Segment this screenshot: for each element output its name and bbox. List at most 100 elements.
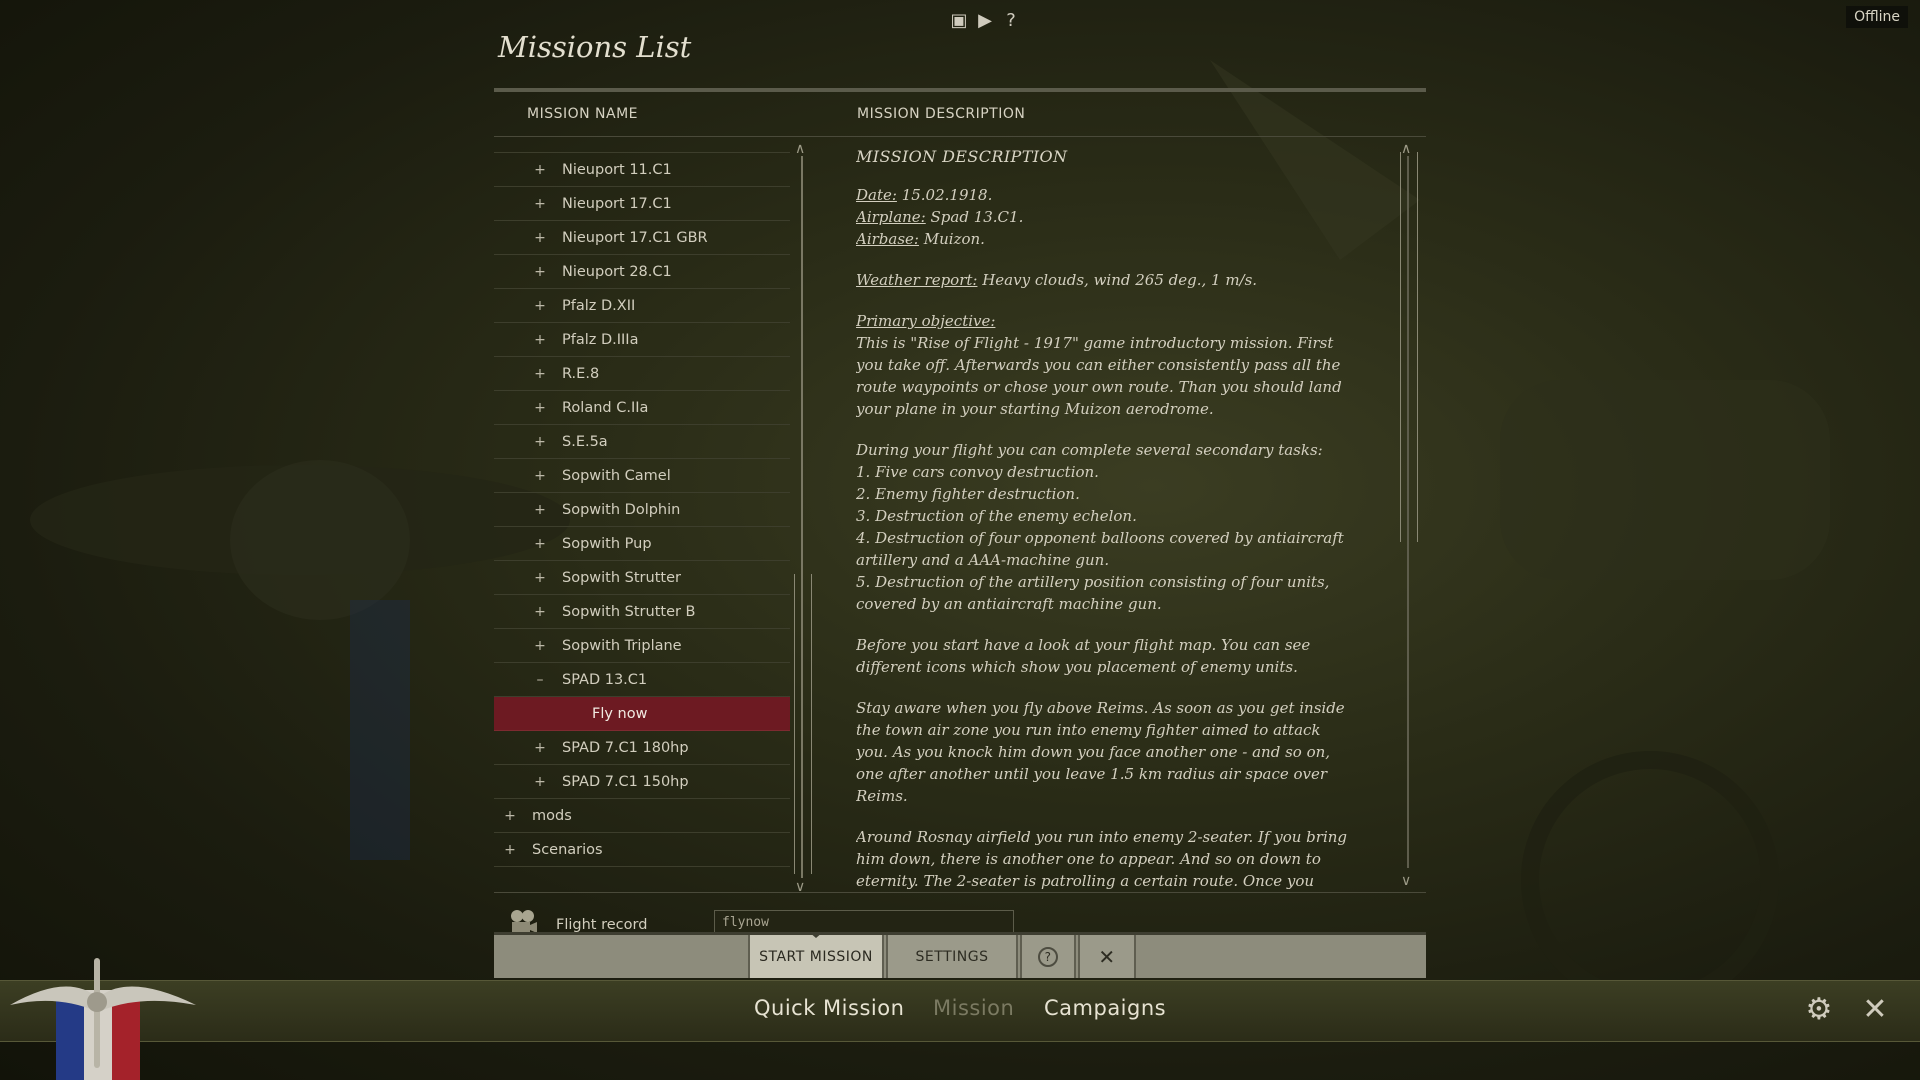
- exit-close-icon[interactable]: ✕: [1858, 993, 1892, 1027]
- list-item-label: mods: [532, 807, 572, 824]
- description-scrollbar[interactable]: ∧ ∨: [1400, 142, 1418, 890]
- list-item-label: Scenarios: [532, 841, 603, 858]
- expand-icon[interactable]: +: [532, 162, 548, 178]
- map-paragraph: Before you start have a look at your fli…: [856, 636, 1311, 676]
- expand-icon[interactable]: +: [502, 842, 518, 858]
- bottom-navigation-bar: Quick Mission Mission Campaigns ⚙ ✕: [0, 980, 1920, 1042]
- scrollbar-thumb[interactable]: [1400, 152, 1418, 542]
- list-item-label: SPAD 7.C1 150hp: [562, 773, 689, 790]
- expand-icon[interactable]: +: [532, 604, 548, 620]
- scrollbar-thumb[interactable]: [794, 574, 812, 874]
- objective-text: This is "Rise of Flight - 1917" game int…: [856, 334, 1342, 418]
- flight-record-label: Flight record: [556, 917, 648, 933]
- tasks-intro: During your flight you can complete seve…: [856, 441, 1323, 459]
- airbase-value: Muizon.: [918, 230, 985, 248]
- list-item[interactable]: + Pfalz D.IIIa: [494, 323, 790, 357]
- help-button[interactable]: ?: [1020, 935, 1076, 978]
- list-item[interactable]: + R.E.8: [494, 357, 790, 391]
- list-item[interactable]: + Nieuport 17.C1 GBR: [494, 221, 790, 255]
- task-item: 4. Destruction of four opponent balloons…: [856, 529, 1344, 569]
- reims-paragraph: Stay aware when you fly above Reims. As …: [856, 699, 1345, 805]
- airbase-label: Airbase:: [856, 230, 919, 248]
- mission-list-scrollbar[interactable]: ∧ ∨: [794, 142, 812, 896]
- expand-icon[interactable]: +: [532, 298, 548, 314]
- nav-campaigns[interactable]: Campaigns: [1044, 996, 1166, 1020]
- nav-quick-mission[interactable]: Quick Mission: [754, 996, 904, 1020]
- list-item-label: Sopwith Strutter: [562, 569, 681, 586]
- expand-icon[interactable]: +: [532, 400, 548, 416]
- expand-icon[interactable]: +: [532, 502, 548, 518]
- list-item[interactable]: + Sopwith Pup: [494, 527, 790, 561]
- list-item[interactable]: + SPAD 7.C1 180hp: [494, 731, 790, 765]
- task-item: 1. Five cars convoy destruction.: [856, 463, 1099, 481]
- list-item[interactable]: + S.E.5a: [494, 425, 790, 459]
- list-item-label: Sopwith Dolphin: [562, 501, 681, 518]
- list-item[interactable]: + Scenarios: [494, 833, 790, 867]
- date-label: Date:: [856, 186, 897, 204]
- list-item[interactable]: + Roland C.IIa: [494, 391, 790, 425]
- expand-icon[interactable]: +: [532, 774, 548, 790]
- scroll-up-icon[interactable]: ∧: [795, 142, 805, 156]
- scroll-down-icon[interactable]: ∨: [1401, 874, 1411, 888]
- winged-propeller-emblem: [10, 958, 196, 1080]
- task-item: 3. Destruction of the enemy echelon.: [856, 507, 1137, 525]
- list-item-label: Sopwith Pup: [562, 535, 652, 552]
- list-item[interactable]: + SPAD 7.C1 150hp: [494, 765, 790, 799]
- list-item-label: Pfalz D.XII: [562, 297, 636, 314]
- weather-value: Heavy clouds, wind 265 deg., 1 m/s.: [977, 271, 1258, 289]
- expand-icon[interactable]: +: [532, 468, 548, 484]
- action-button-bar: START MISSION SETTINGS ? ✕: [494, 932, 1426, 978]
- mission-description-text: MISSION DESCRIPTION Date: 15.02.1918. Ai…: [856, 146, 1356, 890]
- expand-icon[interactable]: +: [532, 230, 548, 246]
- collapse-icon[interactable]: –: [532, 672, 548, 688]
- flight-record-divider: [494, 892, 1426, 893]
- list-item-label: Sopwith Strutter B: [562, 603, 696, 620]
- list-item-label: Pfalz D.IIIa: [562, 331, 639, 348]
- expand-icon[interactable]: +: [532, 366, 548, 382]
- connection-status-badge: Offline: [1846, 6, 1908, 28]
- expand-icon[interactable]: +: [532, 570, 548, 586]
- list-item-label: Fly now: [592, 705, 648, 722]
- list-item[interactable]: + Pfalz D.XII: [494, 289, 790, 323]
- list-item[interactable]: + Sopwith Camel: [494, 459, 790, 493]
- list-item[interactable]: – SPAD 13.C1: [494, 663, 790, 697]
- mission-tree-list[interactable]: + Nieuport 11.C1 + Nieuport 17.C1 + Nieuport …: [494, 138, 790, 890]
- expand-icon[interactable]: +: [532, 196, 548, 212]
- expand-icon[interactable]: +: [532, 332, 548, 348]
- settings-button[interactable]: SETTINGS: [886, 935, 1018, 978]
- list-item-label: Sopwith Triplane: [562, 637, 682, 654]
- list-item-label: SPAD 7.C1 180hp: [562, 739, 689, 756]
- scroll-down-icon[interactable]: ∨: [795, 880, 805, 894]
- gear-icon[interactable]: ⚙: [1802, 993, 1836, 1027]
- title-divider: [494, 88, 1426, 92]
- header-divider: [494, 136, 1426, 137]
- expand-icon[interactable]: +: [532, 638, 548, 654]
- expand-icon[interactable]: +: [502, 808, 518, 824]
- list-item[interactable]: + Sopwith Dolphin: [494, 493, 790, 527]
- task-item: 2. Enemy fighter destruction.: [856, 485, 1080, 503]
- list-item[interactable]: + Sopwith Strutter: [494, 561, 790, 595]
- list-item[interactable]: + Nieuport 28.C1: [494, 255, 790, 289]
- expand-icon[interactable]: +: [532, 740, 548, 756]
- objective-label: Primary objective:: [856, 312, 996, 330]
- weather-label: Weather report:: [856, 271, 978, 289]
- start-mission-button[interactable]: START MISSION: [748, 932, 884, 978]
- list-item-partial[interactable]: [494, 138, 790, 153]
- expand-icon[interactable]: +: [532, 264, 548, 280]
- list-item[interactable]: + Nieuport 11.C1: [494, 153, 790, 187]
- close-icon: ✕: [1098, 944, 1116, 969]
- list-item-selected[interactable]: Fly now: [494, 697, 790, 731]
- list-item-label: R.E.8: [562, 365, 600, 382]
- list-item-label: Nieuport 28.C1: [562, 263, 672, 280]
- expand-icon[interactable]: +: [532, 434, 548, 450]
- list-item[interactable]: + Nieuport 17.C1: [494, 187, 790, 221]
- column-header-mission-description: MISSION DESCRIPTION: [857, 106, 1026, 122]
- nav-mission[interactable]: Mission: [933, 996, 1014, 1020]
- cancel-button[interactable]: ✕: [1078, 935, 1136, 978]
- list-item-label: Roland C.IIa: [562, 399, 649, 416]
- list-item-label: Nieuport 17.C1: [562, 195, 672, 212]
- list-item[interactable]: + Sopwith Strutter B: [494, 595, 790, 629]
- list-item[interactable]: + Sopwith Triplane: [494, 629, 790, 663]
- expand-icon[interactable]: +: [532, 536, 548, 552]
- list-item[interactable]: + mods: [494, 799, 790, 833]
